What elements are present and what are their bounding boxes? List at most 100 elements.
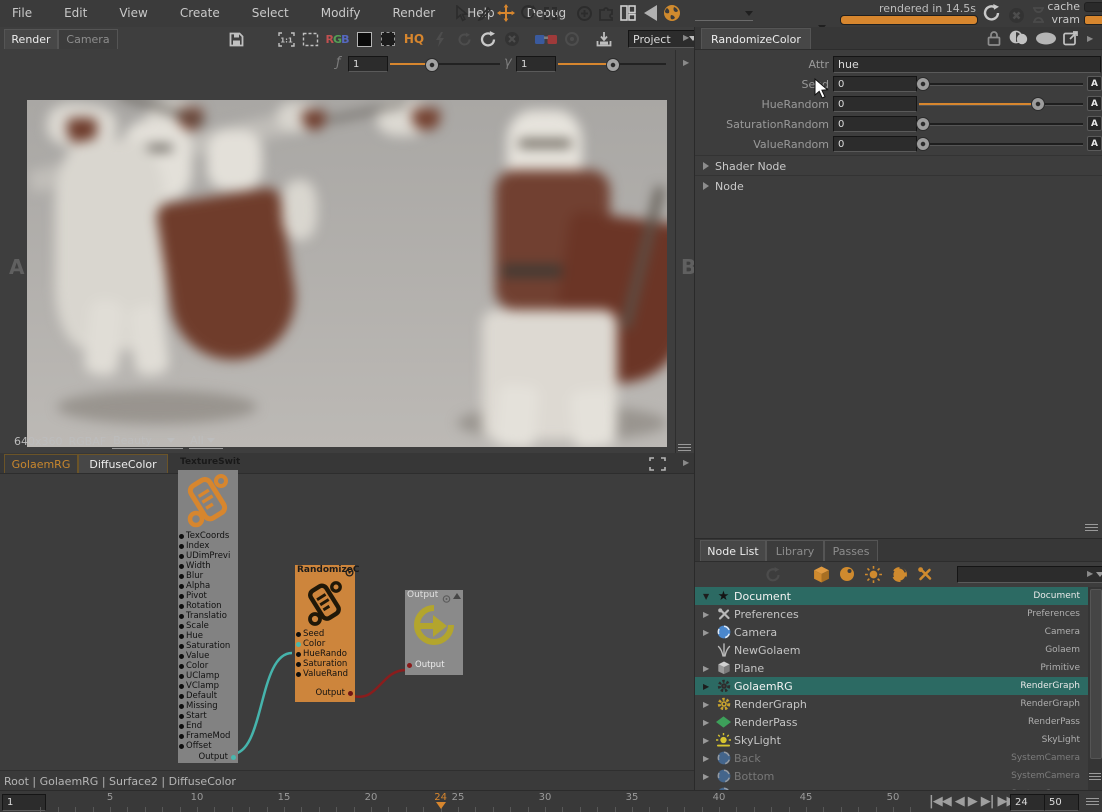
randomize-color-node[interactable]: RandomizeC SeedColorHueRandoSaturationVa…: [295, 565, 355, 702]
save-image-icon[interactable]: [226, 28, 246, 50]
tree-row-preferences[interactable]: ▶PreferencesPreferences: [695, 605, 1088, 624]
valuerandom-field[interactable]: 0: [833, 136, 917, 152]
tab-node-list[interactable]: Node List: [700, 540, 766, 561]
refresh-list-icon[interactable]: [763, 563, 783, 585]
texture-port-scale[interactable]: Scale: [178, 621, 238, 631]
huerandom-a-button[interactable]: A: [1087, 96, 1102, 111]
texture-port-end[interactable]: End: [178, 721, 238, 731]
play-button[interactable]: ▶: [966, 793, 979, 811]
scrollbar-track[interactable]: [1088, 587, 1102, 791]
expand-arrow-icon[interactable]: ▶: [703, 736, 715, 745]
texture-port-hue[interactable]: Hue: [178, 631, 238, 641]
texture-port-index[interactable]: Index: [178, 541, 238, 551]
gamma-field[interactable]: 1: [516, 56, 556, 72]
fit-view-icon[interactable]: [300, 28, 320, 50]
menu-create[interactable]: Create: [176, 6, 224, 20]
add-target-icon[interactable]: [574, 2, 594, 24]
tree-row-rendergraph[interactable]: ▶RenderGraphRenderGraph: [695, 695, 1088, 714]
expand-arrow-icon[interactable]: ▶: [703, 664, 715, 673]
texture-port-default[interactable]: Default: [178, 691, 238, 701]
expand-arrow-icon[interactable]: ▶: [703, 682, 715, 691]
zoom-1-1-icon[interactable]: 1:1: [276, 28, 296, 50]
expand-arrow-icon[interactable]: ▶: [703, 610, 715, 619]
restart-render-icon[interactable]: [478, 28, 498, 50]
texture-port-uclamp[interactable]: UClamp: [178, 671, 238, 681]
texture-port-framemod[interactable]: FrameMod: [178, 731, 238, 741]
scale-tool-icon[interactable]: [540, 2, 560, 24]
randomize-port-seed[interactable]: Seed: [295, 629, 355, 639]
layout-panels-icon[interactable]: [618, 2, 638, 24]
panel-arrow-icon[interactable]: ▶: [1087, 569, 1093, 578]
node-view-icon[interactable]: [345, 566, 354, 580]
tree-row-document[interactable]: ▼★DocumentDocument: [695, 587, 1088, 606]
tree-row-golaemrg[interactable]: ▶GolaemRGRenderGraph: [695, 677, 1088, 696]
saturationrandom-slider-knob[interactable]: [916, 117, 930, 131]
expand-arrow-icon[interactable]: ▶: [703, 628, 715, 637]
texture-port-blur[interactable]: Blur: [178, 571, 238, 581]
expand-arrow-icon[interactable]: ▶: [703, 718, 715, 727]
texture-port-rotation[interactable]: Rotation: [178, 601, 238, 611]
texture-port-vclamp[interactable]: VClamp: [178, 681, 238, 691]
menu-modify[interactable]: Modify: [317, 6, 365, 20]
seed-slider-knob[interactable]: [916, 77, 930, 91]
tree-row-renderpass[interactable]: ▶RenderPassRenderPass: [695, 713, 1088, 732]
shading-spheres-icon[interactable]: [1009, 29, 1031, 49]
valuerandom-slider[interactable]: [919, 143, 1083, 146]
randomize-port-saturation[interactable]: Saturation: [295, 659, 355, 669]
stop-render-icon[interactable]: [1006, 4, 1026, 26]
collapse-node-icon[interactable]: [453, 593, 461, 599]
texture-port-pivot[interactable]: Pivot: [178, 591, 238, 601]
collapse-left-icon[interactable]: [640, 2, 660, 24]
lock-icon[interactable]: [987, 30, 1001, 49]
panel-arrow-icon[interactable]: ▶: [1087, 34, 1093, 43]
rgb-channels-icon[interactable]: RGB: [324, 28, 350, 50]
randomize-output-port[interactable]: Output: [315, 688, 354, 698]
menu-edit[interactable]: Edit: [60, 6, 91, 20]
texture-port-missing[interactable]: Missing: [178, 701, 238, 711]
seed-slider[interactable]: [919, 83, 1083, 86]
texture-port-texcoords[interactable]: TexCoords: [178, 531, 238, 541]
step-forward-button[interactable]: ▶|: [979, 793, 996, 811]
select-cursor-icon[interactable]: [452, 2, 472, 24]
node-view-icon[interactable]: [442, 592, 451, 606]
randomize-port-color[interactable]: Color: [295, 639, 355, 649]
breadcrumb[interactable]: Root | GolaemRG | Surface2 | DiffuseColo…: [4, 775, 236, 788]
texture-output-port[interactable]: Output: [198, 752, 237, 762]
progressive-refine-icon[interactable]: [454, 28, 474, 50]
texture-port-translatio[interactable]: Translatio: [178, 611, 238, 621]
scrollbar-thumb[interactable]: [1090, 589, 1102, 759]
output-node-port[interactable]: Output: [407, 660, 445, 670]
toolbar-overflow-icon[interactable]: ▶: [683, 33, 689, 42]
stereo-glasses-icon[interactable]: [534, 28, 558, 50]
external-window-icon[interactable]: [1063, 30, 1079, 49]
resize-grip[interactable]: [1085, 524, 1098, 531]
expand-arrow-icon[interactable]: ▶: [703, 700, 715, 709]
huerandom-field[interactable]: 0: [833, 96, 917, 112]
filter-lights-icon[interactable]: [863, 563, 883, 585]
abort-render-icon[interactable]: [502, 28, 522, 50]
menu-view[interactable]: View: [115, 6, 151, 20]
filter-primitives-icon[interactable]: [811, 563, 831, 585]
layout-dropdown[interactable]: [695, 7, 753, 21]
expand-arrow-icon[interactable]: ▶: [703, 754, 715, 763]
rendered-image[interactable]: [27, 100, 667, 447]
refresh-render-icon[interactable]: [982, 2, 1002, 24]
alpha-channel-icon[interactable]: [354, 28, 374, 50]
seed-a-button[interactable]: A: [1087, 76, 1102, 91]
output-node[interactable]: Output Output: [405, 590, 463, 675]
panel-arrow-icon[interactable]: ▶: [683, 58, 689, 67]
attr-field[interactable]: hue: [833, 56, 1101, 73]
saturationrandom-slider[interactable]: [919, 123, 1083, 126]
texture-port-width[interactable]: Width: [178, 561, 238, 571]
node-search-dropdown[interactable]: [957, 566, 1102, 583]
pass-dropdown[interactable]: Beauty: [112, 434, 183, 449]
layer-dropdown[interactable]: All: [189, 434, 223, 449]
ellipse-icon[interactable]: [1035, 32, 1057, 48]
tab-render[interactable]: Render: [4, 29, 58, 49]
move-tool-icon[interactable]: [496, 2, 516, 24]
menu-render[interactable]: Render: [389, 6, 440, 20]
expand-arrow-icon[interactable]: ▶: [703, 772, 715, 781]
texture-node[interactable]: TextureSwit TexCoordsIndexUDimPreviWidth…: [178, 457, 238, 763]
exposure-slider-knob[interactable]: [425, 58, 439, 72]
exposure-field[interactable]: 1: [348, 56, 388, 72]
